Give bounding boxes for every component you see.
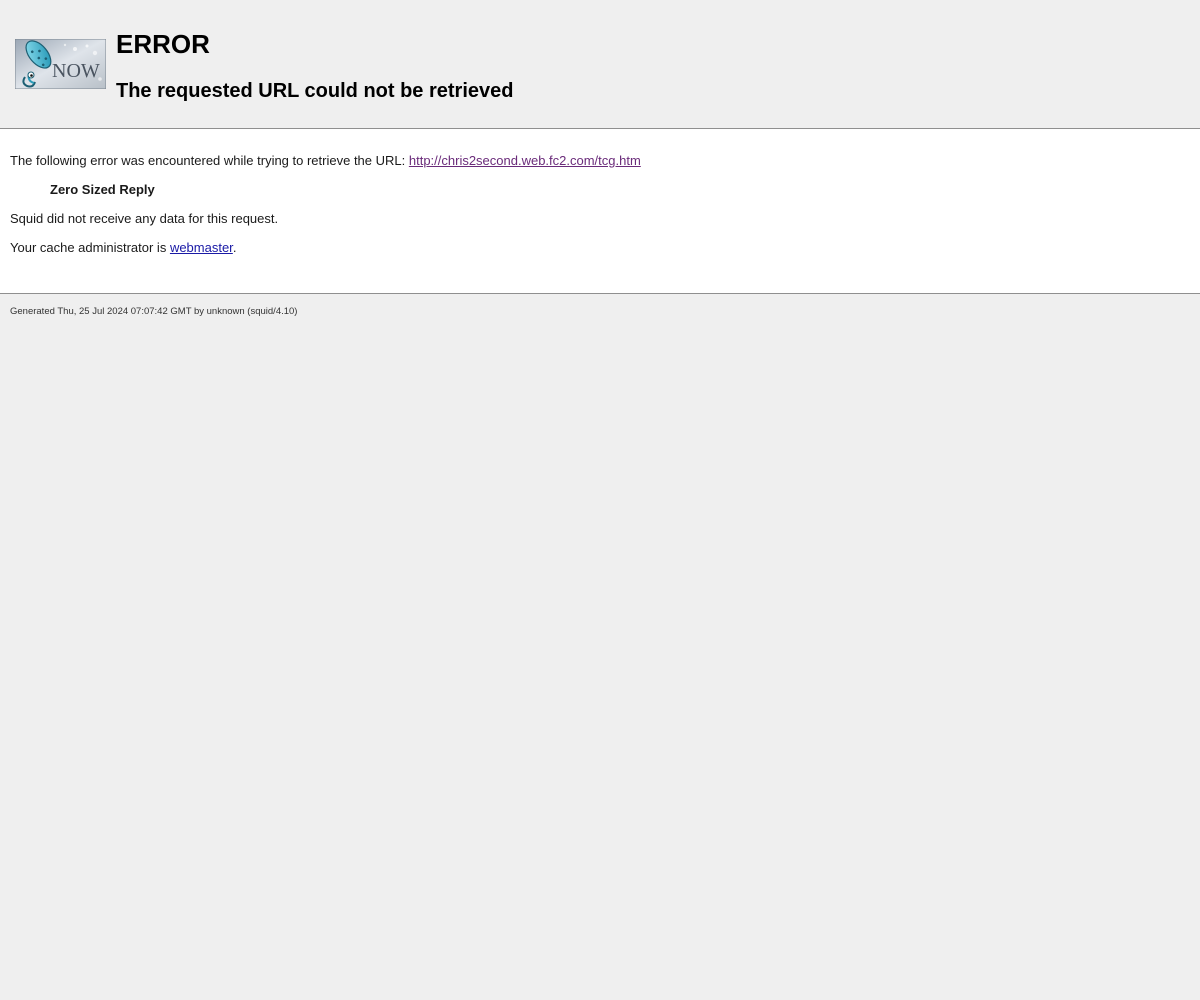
footer-generated: Generated Thu, 25 Jul 2024 07:07:42 GMT … [10,306,298,317]
error-intro: The following error was encountered whil… [10,152,641,170]
error-name: Zero Sized Reply [50,182,155,197]
error-content: The following error was encountered whil… [0,128,1200,294]
intro-text: The following error was encountered whil… [10,153,409,168]
error-header: NOW ERROR The requested URL could not be… [0,0,1200,128]
requested-url-link[interactable]: http://chris2second.web.fc2.com/tcg.htm [409,153,641,168]
webmaster-link[interactable]: webmaster [170,240,233,255]
admin-prefix: Your cache administrator is [10,240,170,255]
error-subtitle: The requested URL could not be retrieved [116,80,514,102]
logo-text: NOW [52,60,100,82]
squid-logo: NOW [15,39,106,89]
error-title: ERROR [116,29,210,59]
error-description: Squid did not receive any data for this … [10,211,279,226]
admin-suffix: . [232,240,237,255]
admin-line: Your cache administrator is webmaster. [10,239,236,257]
